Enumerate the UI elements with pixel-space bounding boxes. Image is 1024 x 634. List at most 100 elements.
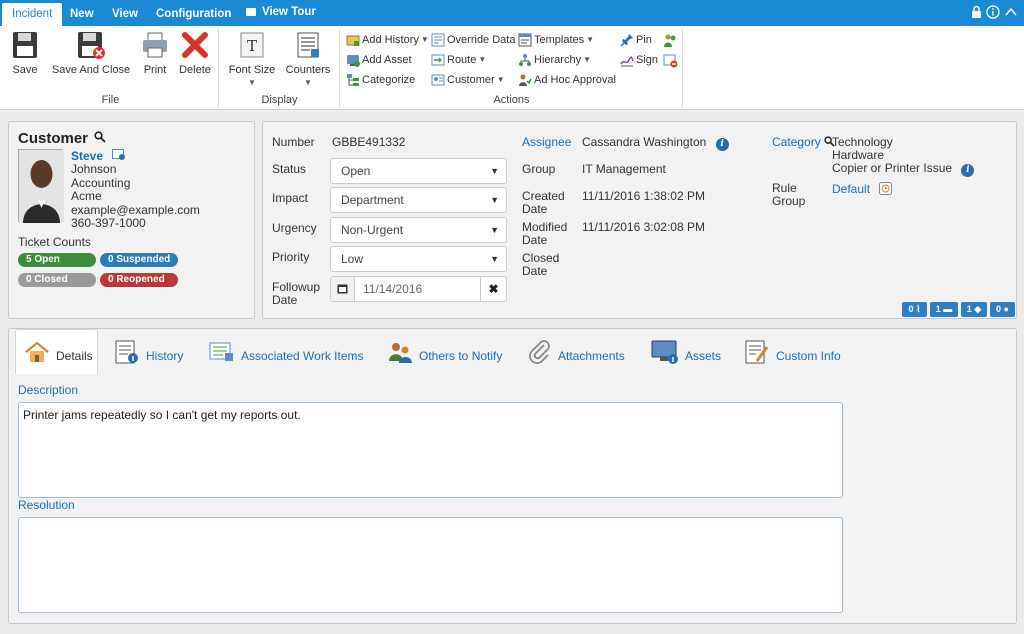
followup-date-field[interactable]: 11/14/2016 ✖ xyxy=(330,276,507,302)
chevron-down-icon: ▼ xyxy=(490,225,499,235)
lock-icon[interactable] xyxy=(971,5,982,21)
font-size-button[interactable]: T Font Size ▼ xyxy=(226,30,278,88)
tab-attachments[interactable]: Attachments xyxy=(528,329,625,374)
clear-date-icon[interactable]: ✖ xyxy=(480,277,506,301)
tab-incident[interactable]: Incident xyxy=(2,3,63,26)
delete-x-icon xyxy=(182,32,208,58)
add-contact-button[interactable] xyxy=(663,31,678,49)
route-icon xyxy=(431,54,445,66)
tab-history[interactable]: History xyxy=(114,329,183,374)
status-select[interactable]: Open ▼ xyxy=(330,158,507,184)
hierarchy-button[interactable]: Hierarchy ▼ xyxy=(518,51,591,69)
search-icon[interactable] xyxy=(94,131,106,143)
person-photo-icon xyxy=(19,150,64,223)
category-label: Category xyxy=(772,136,835,149)
pin-button[interactable]: Pin xyxy=(620,31,652,49)
chevron-down-icon: ▼ xyxy=(478,55,487,64)
tags-counter[interactable]: 1 ◆ xyxy=(961,302,987,317)
print-button[interactable]: Print xyxy=(139,30,171,76)
category-label-link[interactable]: Category xyxy=(772,135,821,149)
assignee-label-link[interactable]: Assignee xyxy=(522,136,571,149)
customer-email: example@example.com xyxy=(71,202,200,217)
paperclip-icon: ⌇ xyxy=(916,304,921,314)
override-data-button[interactable]: Override Data xyxy=(431,31,515,49)
description-textarea[interactable]: Printer jams repeatedly so I can't get m… xyxy=(18,402,843,498)
card-remove-icon xyxy=(663,54,678,67)
remove-button[interactable] xyxy=(663,51,678,69)
categorize-button[interactable]: Categorize xyxy=(346,71,415,89)
sign-icon xyxy=(620,56,634,67)
tab-view[interactable]: View xyxy=(102,3,148,26)
delete-button[interactable]: Delete xyxy=(177,30,213,76)
contacts-counter[interactable]: 0 ● xyxy=(990,302,1015,317)
ticket-counts-label: Ticket Counts xyxy=(18,235,91,249)
customer-panel: Customer Steve Johnson Accounting Acme e… xyxy=(8,121,255,319)
chevron-down-icon: ▼ xyxy=(248,78,256,87)
work-items-icon xyxy=(209,342,233,361)
home-icon xyxy=(25,341,49,362)
add-history-icon xyxy=(346,35,360,46)
add-rule-icon[interactable] xyxy=(879,182,893,195)
svg-text:T: T xyxy=(247,37,257,55)
rule-group-label: Rule Group xyxy=(772,181,806,208)
calendar-icon[interactable] xyxy=(331,277,355,301)
priority-select[interactable]: Low ▼ xyxy=(330,246,507,272)
open-count-badge[interactable]: 5 Open xyxy=(18,253,96,267)
rule-group-link[interactable]: Default xyxy=(832,182,870,196)
templates-button[interactable]: Templates ▼ xyxy=(518,31,594,49)
tab-associated-work-items[interactable]: Associated Work Items xyxy=(209,329,363,374)
attachments-counter[interactable]: 0 ⌇ xyxy=(902,302,927,317)
display-group: T Font Size ▼ Counters ▼ Display xyxy=(220,28,340,108)
info-icon[interactable] xyxy=(986,5,1000,21)
save-and-close-button[interactable]: Save And Close xyxy=(49,30,133,76)
tab-custom-info[interactable]: Custom Info xyxy=(744,329,841,374)
customer-department: Accounting xyxy=(71,175,131,190)
counters-button[interactable]: Counters ▼ xyxy=(282,30,334,88)
route-button[interactable]: Route ▼ xyxy=(431,51,486,69)
ad-hoc-approval-button[interactable]: Ad Hoc Approval xyxy=(518,71,616,89)
impact-select[interactable]: Department ▼ xyxy=(330,187,507,213)
tab-assets[interactable]: Assets xyxy=(651,329,721,374)
paperclip-icon xyxy=(529,339,550,364)
priority-label: Priority xyxy=(272,250,310,264)
tab-new[interactable]: New xyxy=(60,3,104,26)
reopened-count-badge[interactable]: 0 Reopened xyxy=(100,273,178,287)
monitor-icon xyxy=(651,340,678,364)
save-button[interactable]: Save xyxy=(7,30,43,76)
assignee-value: Cassandra Washington i xyxy=(582,136,729,151)
sign-button[interactable]: Sign xyxy=(620,51,658,69)
tab-others-to-notify[interactable]: Others to Notify xyxy=(387,329,502,374)
override-data-icon xyxy=(431,33,445,47)
add-history-button[interactable]: Add History ▼ xyxy=(346,31,429,49)
customer-button[interactable]: Customer ▼ xyxy=(431,71,505,89)
closed-count-badge[interactable]: 0 Closed xyxy=(18,273,96,287)
status-label: Status xyxy=(272,162,307,176)
suspended-count-badge[interactable]: 0 Suspended xyxy=(100,253,178,267)
collapse-ribbon-icon[interactable] xyxy=(1004,5,1018,21)
view-tour-button[interactable]: View Tour xyxy=(236,0,326,23)
customer-card-icon[interactable] xyxy=(112,149,126,161)
top-nav-bar: Incident New View Configuration View Tou… xyxy=(0,0,1024,26)
chevron-down-icon: ▼ xyxy=(583,55,591,64)
impact-label: Impact xyxy=(272,191,309,205)
details-tabs-panel: Details History Associated Work Items Ot… xyxy=(8,328,1017,624)
customer-avatar xyxy=(18,149,64,223)
urgency-select[interactable]: Non-Urgent ▼ xyxy=(330,217,507,243)
category-info-icon[interactable]: i xyxy=(961,164,975,177)
file-group-label: File xyxy=(101,94,120,106)
assignee-info-icon[interactable]: i xyxy=(715,138,729,151)
description-label: Description xyxy=(18,383,79,397)
customer-name-link[interactable]: Steve xyxy=(71,149,103,163)
number-label: Number xyxy=(272,135,315,149)
customer-info: Steve Johnson Accounting Acme example@ex… xyxy=(71,149,200,230)
history-document-icon xyxy=(115,340,138,363)
work-items-counter[interactable]: 1 ▬ xyxy=(930,302,958,317)
printer-icon xyxy=(143,32,167,58)
tab-details[interactable]: Details xyxy=(15,329,98,374)
resolution-textarea[interactable] xyxy=(18,517,843,613)
chevron-down-icon: ▼ xyxy=(420,35,429,44)
add-asset-button[interactable]: Add Asset xyxy=(346,51,412,69)
people-icon xyxy=(389,342,412,363)
tab-configuration[interactable]: Configuration xyxy=(146,3,241,26)
templates-icon xyxy=(518,33,532,47)
